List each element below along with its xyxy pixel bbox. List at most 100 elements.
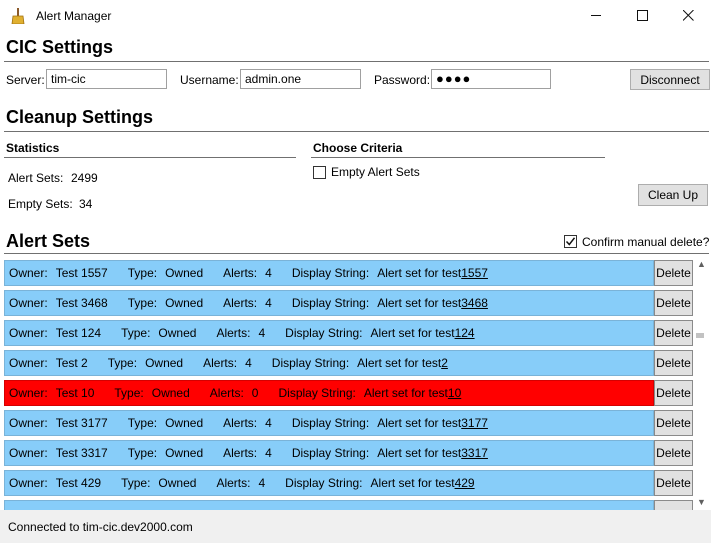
title-bar: Alert Manager — [0, 0, 711, 31]
divider — [4, 253, 709, 254]
delete-button[interactable]: Delete — [654, 320, 693, 346]
table-row: Owner: Test 3468 Type: Owned Alerts: 4 Display… — [4, 290, 654, 316]
maximize-icon — [636, 10, 648, 21]
delete-button[interactable]: Delete — [654, 410, 693, 436]
display-string-label: Display String: — [285, 326, 363, 340]
display-string-label: Display String: — [291, 296, 370, 310]
owner-label: Owner: — [9, 326, 48, 340]
choose-criteria-heading: Choose Criteria — [313, 141, 403, 155]
owner-value: Test 124 — [55, 326, 102, 340]
alerts-value: 4 — [265, 446, 272, 460]
server-label: Server: — [6, 73, 45, 87]
maximize-button[interactable] — [619, 0, 665, 31]
owner-value: Test 429 — [55, 476, 102, 490]
alert-sets-heading: Alert Sets — [6, 231, 91, 251]
delete-button[interactable]: Delete — [654, 380, 693, 406]
alerts-value: 4 — [265, 266, 272, 280]
alert-sets-label: Alert Sets: — [8, 171, 64, 185]
display-string-value: Alert set for test2 — [357, 356, 448, 370]
type-label: Type: — [127, 296, 158, 310]
alert-sets-list[interactable]: Owner: Test 1557 Type: Owned Alerts: 4 Display… — [0, 257, 711, 510]
type-value: Owned — [165, 296, 204, 310]
alerts-value: 4 — [258, 326, 266, 340]
status-bar: Connected to tim-cic.dev2000.com — [0, 510, 711, 543]
delete-button[interactable]: Delete — [654, 440, 693, 466]
minimize-button[interactable] — [573, 0, 619, 31]
alerts-value: 4 — [245, 356, 252, 370]
delete-button[interactable]: Delete — [654, 350, 693, 376]
delete-button[interactable]: Delete — [654, 470, 693, 496]
password-field[interactable]: ●●●● — [431, 69, 551, 89]
checkmark-icon — [565, 237, 576, 246]
alerts-value: 4 — [265, 416, 272, 430]
disconnect-button[interactable]: Disconnect — [630, 69, 710, 90]
alerts-label: Alerts: — [223, 296, 258, 310]
type-value: Owned — [145, 356, 184, 370]
display-string-label: Display String: — [291, 416, 370, 430]
display-string-value: Alert set for test3468 — [377, 296, 488, 310]
owner-value: Test 10 — [55, 386, 95, 400]
type-label: Type: — [127, 446, 158, 460]
type-label: Type: — [121, 326, 151, 340]
display-string-label: Display String: — [278, 386, 356, 400]
close-button[interactable] — [665, 0, 711, 31]
display-string-value: Alert set for test429 — [370, 476, 475, 490]
empty-sets-count: 34 — [79, 197, 93, 211]
table-row: Owner: Test 429 Type: Owned Alerts: 4 Display … — [4, 470, 654, 496]
display-string-value: Alert set for test3177 — [377, 416, 488, 430]
minimize-icon — [590, 15, 601, 16]
window-title: Alert Manager — [36, 8, 112, 23]
scrollbar-thumb[interactable] — [696, 333, 704, 338]
scroll-up-icon[interactable]: ▲ — [697, 259, 706, 269]
statistics-heading: Statistics — [6, 141, 60, 155]
display-string-label: Display String: — [285, 476, 363, 490]
type-label: Type: — [107, 356, 138, 370]
username-label: Username: — [180, 73, 239, 87]
display-string-label: Display String: — [291, 446, 370, 460]
alerts-label: Alerts: — [216, 326, 251, 340]
empty-alert-sets-checkbox[interactable] — [313, 166, 326, 179]
cic-settings-heading: CIC Settings — [6, 37, 114, 57]
type-value: Owned — [151, 386, 190, 400]
type-label: Type: — [127, 416, 158, 430]
delete-button[interactable]: Delete — [654, 260, 693, 286]
divider — [4, 157, 296, 158]
display-string-value: Alert set for test124 — [370, 326, 475, 340]
table-row: Owner: Test 124 Type: Owned Alerts: 4 Display … — [4, 320, 654, 346]
type-label: Type: — [121, 476, 151, 490]
password-label: Password: — [374, 73, 431, 87]
display-string-label: Display String: — [271, 356, 350, 370]
alerts-value: 4 — [265, 296, 272, 310]
type-label: Type: — [127, 266, 158, 280]
type-value: Owned — [158, 476, 197, 490]
clean-up-button[interactable]: Clean Up — [638, 184, 708, 206]
table-row: Owner: Test 2 Type: Owned Alerts: 4 Display St… — [4, 350, 654, 376]
alerts-label: Alerts: — [216, 476, 251, 490]
server-field[interactable]: tim-cic — [46, 69, 167, 89]
type-value: Owned — [158, 326, 197, 340]
owner-label: Owner: — [9, 386, 48, 400]
owner-label: Owner: — [9, 476, 48, 490]
confirm-delete-label: Confirm manual delete? — [582, 235, 710, 249]
owner-value: Test 1557 — [55, 266, 108, 280]
owner-label: Owner: — [9, 356, 48, 370]
broom-icon — [10, 7, 26, 24]
table-row: Owner: Test 10 Type: Owned Alerts: 0 Display S… — [4, 380, 654, 406]
alerts-value: 0 — [251, 386, 259, 400]
type-value: Owned — [165, 416, 204, 430]
username-field[interactable]: admin.one — [240, 69, 361, 89]
confirm-delete-checkbox[interactable] — [564, 235, 577, 248]
close-icon — [682, 10, 694, 21]
empty-alert-sets-label: Empty Alert Sets — [331, 165, 420, 179]
owner-label: Owner: — [9, 446, 48, 460]
delete-button[interactable]: Delete — [654, 290, 693, 316]
cleanup-settings-heading: Cleanup Settings — [6, 107, 154, 127]
alert-sets-count: 2499 — [71, 171, 98, 185]
alerts-label: Alerts: — [209, 386, 244, 400]
divider — [311, 157, 605, 158]
scroll-down-icon[interactable]: ▼ — [697, 497, 706, 507]
delete-button[interactable] — [654, 500, 693, 510]
display-string-label: Display String: — [291, 266, 370, 280]
owner-value: Test 3177 — [55, 416, 108, 430]
owner-label: Owner: — [9, 296, 48, 310]
